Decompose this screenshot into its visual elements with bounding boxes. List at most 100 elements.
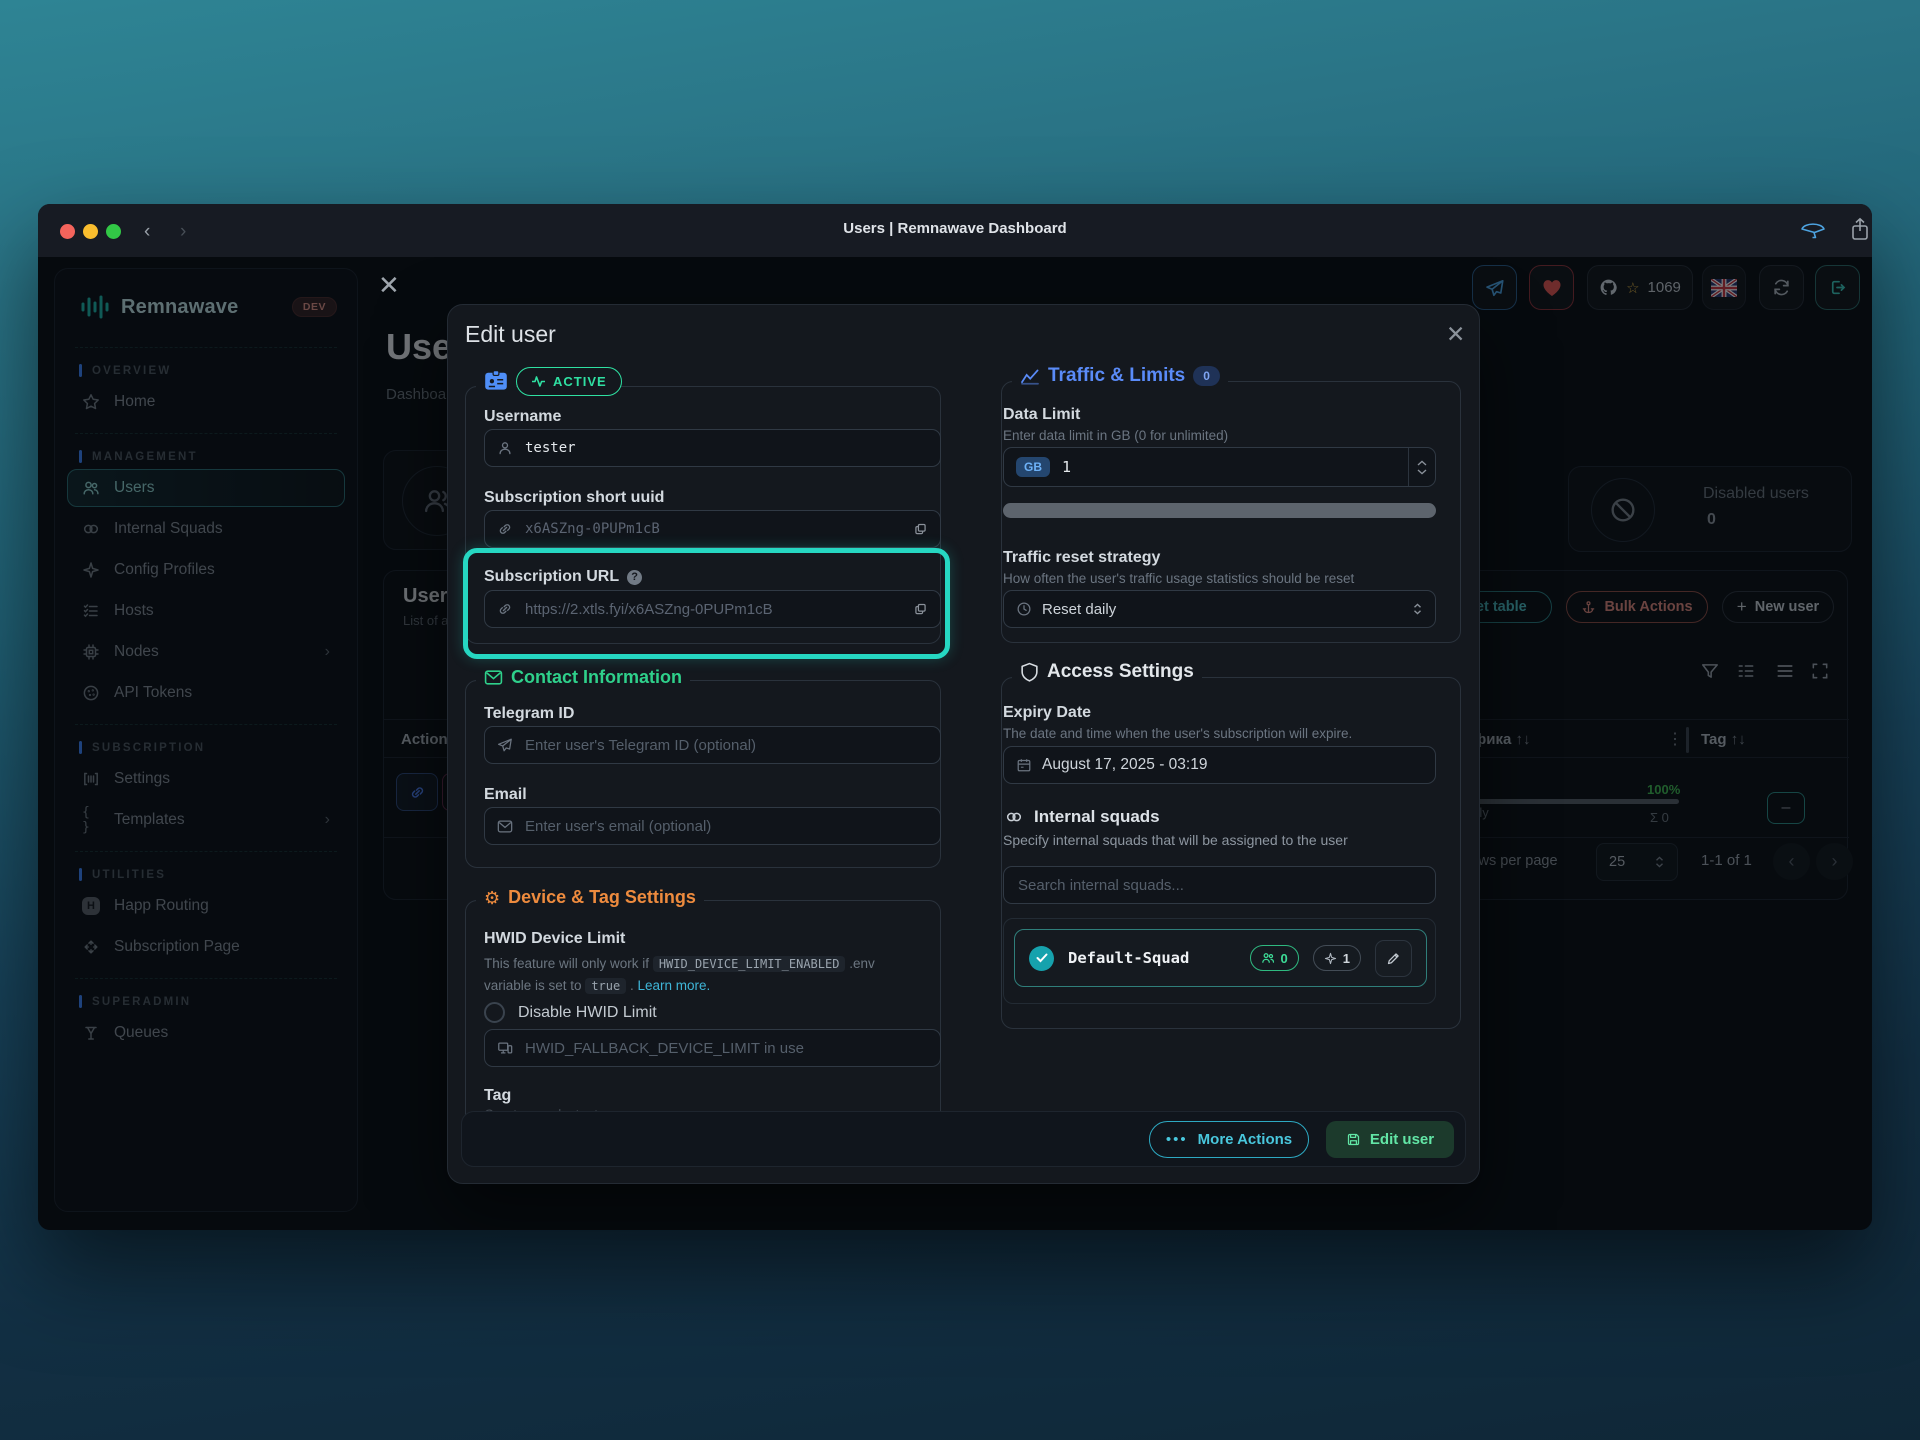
titlebar: ‹ › Users | Remnawave Dashboard	[38, 204, 1872, 257]
learn-more-link[interactable]: Learn more.	[638, 978, 711, 993]
copy-icon[interactable]	[913, 602, 928, 617]
stepper-up-icon	[1417, 460, 1427, 466]
access-settings-legend: Access Settings	[1012, 661, 1202, 683]
telegram-plane-icon	[497, 737, 513, 753]
contact-legend: Contact Information	[476, 667, 690, 688]
modal-footer: ••• More Actions Edit user	[461, 1111, 1466, 1167]
envelope-icon	[497, 819, 513, 834]
modal-close-icon[interactable]: ✕	[1446, 321, 1465, 348]
squads-search-wrap	[1003, 866, 1436, 904]
rings-icon	[1004, 808, 1024, 826]
ellipsis-icon: •••	[1166, 1131, 1188, 1148]
squads-search-input[interactable]	[1016, 876, 1423, 895]
link-icon	[497, 521, 513, 537]
expiry-date-description: The date and time when the user's subscr…	[1003, 726, 1352, 741]
hwid-fallback-input[interactable]	[523, 1039, 928, 1058]
pulse-icon	[531, 375, 546, 388]
username-input[interactable]	[523, 439, 928, 457]
hwid-fallback-field-wrap	[484, 1029, 941, 1067]
reset-strategy-label: Traffic reset strategy	[1003, 549, 1160, 567]
window-title: Users | Remnawave Dashboard	[38, 220, 1872, 237]
clock-icon	[1016, 601, 1032, 617]
drawer-close-icon[interactable]: ✕	[378, 272, 400, 298]
browser-extension-icon[interactable]	[1800, 219, 1826, 242]
squad-checkbox[interactable]	[1029, 946, 1054, 971]
data-limit-input[interactable]	[1060, 457, 1398, 477]
disable-hwid-checkbox[interactable]	[484, 1002, 505, 1023]
chart-icon	[1020, 367, 1040, 385]
internal-squads-description: Specify internal squads that will be ass…	[1003, 832, 1348, 848]
expiry-date-label: Expiry Date	[1003, 704, 1091, 722]
traffic-count-badge: 0	[1193, 366, 1220, 386]
link-icon	[497, 601, 513, 617]
data-usage-progress-bar	[1003, 503, 1436, 518]
access-settings-title: Access Settings	[1047, 661, 1194, 683]
subscription-url-field-wrap	[484, 590, 941, 628]
disable-hwid-row: Disable HWID Limit	[484, 1002, 657, 1023]
edit-user-submit-button[interactable]: Edit user	[1326, 1121, 1454, 1158]
squad-nodes-badge: 1	[1313, 945, 1361, 971]
gb-unit-chip: GB	[1016, 457, 1050, 477]
status-legend	[476, 369, 516, 391]
squad-name: Default-Squad	[1068, 949, 1189, 967]
share-icon[interactable]	[1850, 217, 1870, 243]
calendar-icon	[1016, 757, 1032, 773]
pencil-icon	[1386, 951, 1401, 966]
short-uuid-field-wrap	[484, 510, 941, 548]
internal-squads-label: Internal squads	[1034, 807, 1160, 827]
traffic-limits-legend: Traffic & Limits 0	[1012, 365, 1228, 387]
env-var-chip: HWID_DEVICE_LIMIT_ENABLED	[653, 956, 846, 972]
members-count: 0	[1281, 951, 1288, 966]
more-actions-button[interactable]: ••• More Actions	[1149, 1121, 1309, 1158]
disable-hwid-label: Disable HWID Limit	[518, 1004, 657, 1022]
expiry-date-picker[interactable]: August 17, 2025 - 03:19	[1003, 746, 1436, 784]
help-icon[interactable]: ?	[627, 570, 642, 585]
status-label: ACTIVE	[553, 374, 607, 389]
data-limit-field-wrap: GB	[1003, 447, 1436, 487]
env-value-chip: true	[585, 978, 626, 994]
hwid-limit-description: This feature will only work if HWID_DEVI…	[484, 953, 924, 997]
users-icon	[1261, 952, 1275, 964]
reset-strategy-description: How often the user's traffic usage stati…	[1003, 571, 1354, 586]
squad-edit-button[interactable]	[1375, 940, 1412, 977]
internal-squads-header: Internal squads	[1004, 807, 1160, 827]
username-label: Username	[484, 408, 561, 426]
copy-icon[interactable]	[913, 522, 928, 537]
subscription-url-label-row: Subscription URL ?	[484, 568, 642, 586]
telegram-id-field-wrap	[484, 726, 941, 764]
telegram-id-label: Telegram ID	[484, 705, 574, 723]
select-updown-icon	[1412, 602, 1423, 616]
hwid-limit-label: HWID Device Limit	[484, 930, 625, 948]
subscription-url-input[interactable]	[523, 600, 903, 619]
username-field-wrap	[484, 429, 941, 467]
status-badge: ACTIVE	[516, 367, 622, 396]
traffic-limits-title: Traffic & Limits	[1048, 365, 1185, 387]
id-card-icon	[484, 369, 508, 391]
email-field-wrap	[484, 807, 941, 845]
number-stepper[interactable]	[1408, 448, 1435, 486]
email-input[interactable]	[523, 817, 928, 836]
short-uuid-label: Subscription short uuid	[484, 489, 664, 507]
data-limit-description: Enter data limit in GB (0 for unlimited)	[1003, 428, 1228, 443]
reset-strategy-select[interactable]: Reset daily	[1003, 590, 1436, 628]
edit-user-label: Edit user	[1370, 1131, 1434, 1148]
save-icon	[1346, 1132, 1361, 1147]
shield-icon	[1020, 662, 1039, 683]
squad-list-item[interactable]: Default-Squad 0 1	[1014, 929, 1427, 987]
email-label: Email	[484, 786, 527, 804]
app-window: ‹ › Users | Remnawave Dashboard Remna	[38, 204, 1872, 1230]
short-uuid-input[interactable]	[523, 520, 903, 538]
squads-list-container: Default-Squad 0 1	[1003, 918, 1436, 1004]
gear-icon: ⚙	[484, 889, 500, 907]
mail-icon	[484, 669, 503, 686]
stepper-down-icon	[1417, 469, 1427, 475]
expiry-date-value: August 17, 2025 - 03:19	[1042, 756, 1207, 774]
person-icon	[497, 440, 513, 456]
nodes-count: 1	[1343, 951, 1350, 966]
edit-user-modal: Edit user ✕ ACTIVE Username Subscription…	[447, 304, 1480, 1184]
reset-strategy-value: Reset daily	[1042, 601, 1116, 618]
subscription-url-label: Subscription URL	[484, 568, 619, 586]
more-actions-label: More Actions	[1198, 1131, 1292, 1148]
check-icon	[1036, 953, 1048, 963]
telegram-id-input[interactable]	[523, 736, 928, 755]
